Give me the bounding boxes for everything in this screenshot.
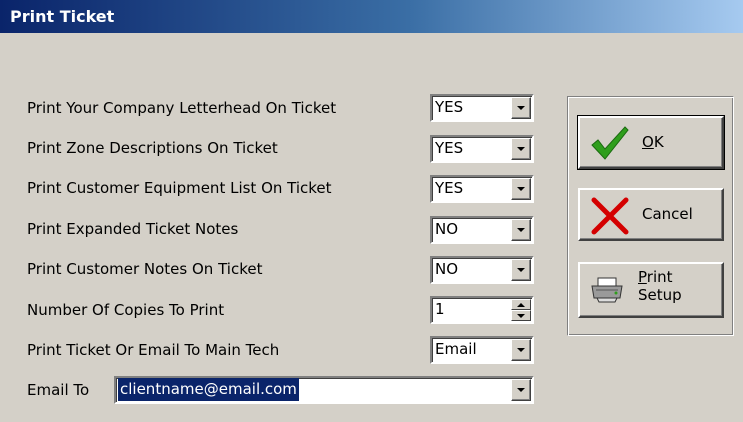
expanded-notes-value: NO [435, 220, 459, 238]
zone-descriptions-select[interactable]: YES [430, 135, 534, 163]
customer-notes-value: NO [435, 260, 459, 278]
equipment-list-value: YES [435, 179, 464, 197]
checkmark-icon [590, 123, 630, 167]
title-bar: Print Ticket [0, 0, 743, 33]
spin-up-icon[interactable] [511, 299, 531, 310]
spin-down-icon[interactable] [511, 310, 531, 321]
chevron-down-icon[interactable] [511, 259, 531, 281]
cancel-label: Cancel [642, 205, 693, 223]
chevron-down-icon[interactable] [511, 339, 531, 361]
email-main-tech-select[interactable]: Email [430, 336, 534, 364]
chevron-down-icon[interactable] [511, 219, 531, 241]
equipment-list-select[interactable]: YES [430, 175, 534, 203]
chevron-down-icon[interactable] [511, 138, 531, 160]
print-setup-button[interactable]: Print Setup [578, 262, 724, 318]
letterhead-label: Print Your Company Letterhead On Ticket [27, 99, 337, 117]
customer-notes-label: Print Customer Notes On Ticket [27, 260, 263, 278]
email-main-tech-value: Email [435, 340, 477, 358]
ok-button[interactable]: OK [577, 115, 725, 170]
cancel-button[interactable]: Cancel [578, 188, 724, 241]
printer-icon [590, 276, 624, 308]
ok-label: OK [642, 133, 664, 151]
customer-notes-select[interactable]: NO [430, 256, 534, 284]
letterhead-value: YES [435, 98, 464, 116]
copies-stepper[interactable]: 1 [430, 296, 534, 324]
red-x-icon [590, 196, 630, 240]
email-to-label: Email To [27, 381, 90, 399]
expanded-notes-label: Print Expanded Ticket Notes [27, 220, 239, 238]
chevron-down-icon[interactable] [511, 178, 531, 200]
print-setup-label-line2: Setup [638, 286, 682, 304]
copies-label: Number Of Copies To Print [27, 301, 225, 319]
email-to-value[interactable]: clientname@email.com [118, 378, 299, 401]
email-to-combo[interactable]: clientname@email.com [114, 376, 534, 404]
zone-descriptions-label: Print Zone Descriptions On Ticket [27, 139, 278, 157]
zone-descriptions-value: YES [435, 139, 464, 157]
copies-value: 1 [435, 300, 445, 318]
email-main-tech-label: Print Ticket Or Email To Main Tech [27, 341, 280, 359]
chevron-down-icon[interactable] [511, 97, 531, 119]
expanded-notes-select[interactable]: NO [430, 216, 534, 244]
spin-buttons[interactable] [511, 299, 531, 321]
print-setup-label-line1: Print [638, 268, 673, 286]
equipment-list-label: Print Customer Equipment List On Ticket [27, 179, 332, 197]
chevron-down-icon[interactable] [511, 379, 531, 401]
window-title: Print Ticket [10, 7, 115, 26]
letterhead-select[interactable]: YES [430, 94, 534, 122]
